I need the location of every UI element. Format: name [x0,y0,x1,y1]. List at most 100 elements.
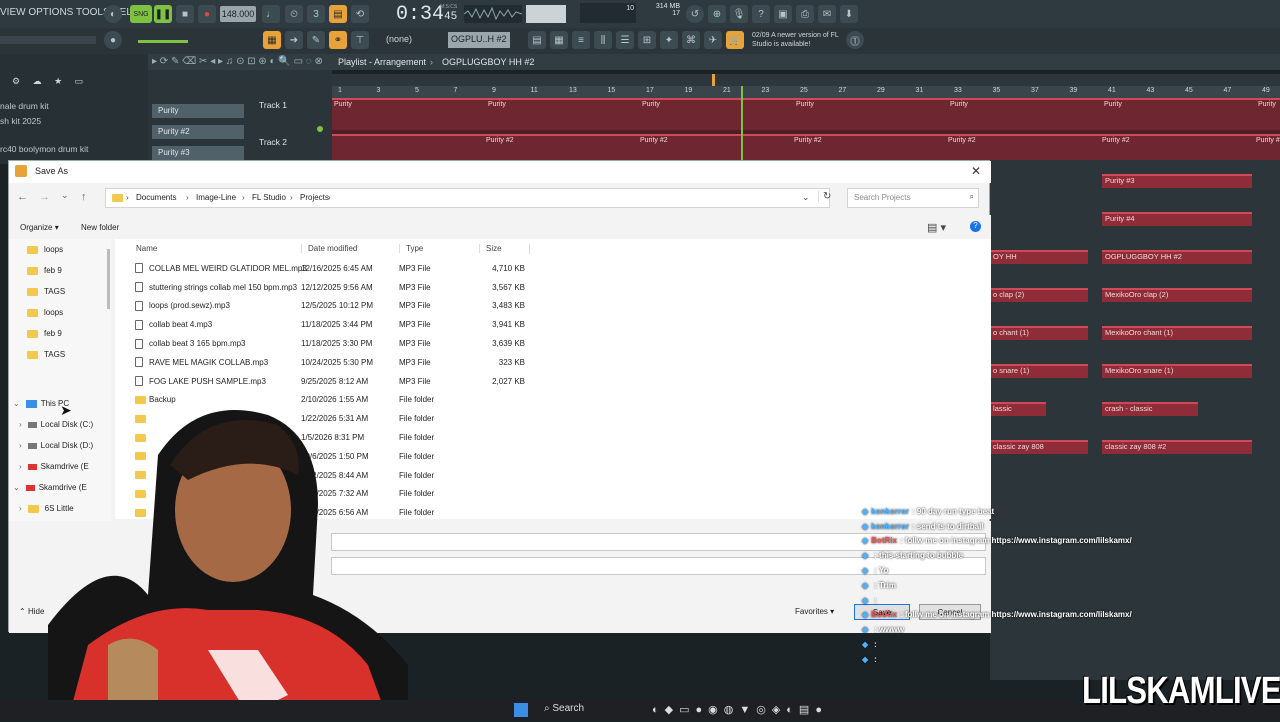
playlist-clip[interactable]: MexikoOro chant (1) [1102,326,1252,340]
marketplace-icon[interactable]: ✈ [704,31,722,49]
pencil-icon[interactable]: ✎ [307,31,325,49]
browser-view-icon[interactable]: ☰ [616,31,634,49]
forward-arrow-icon[interactable]: → [39,191,50,203]
countdown-icon[interactable]: 3 [307,5,325,23]
organize-button[interactable]: Organize ▾ [20,223,59,232]
plugin-db-icon[interactable]: ⊞ [638,31,656,49]
nav-scrollbar[interactable] [107,249,110,309]
record-mode-icon[interactable]: ◐ [104,5,122,23]
column-type[interactable]: Type [399,244,423,253]
nav-folder[interactable]: feb 9 [27,323,107,344]
playlist-icon[interactable]: ▤ [528,31,546,49]
mic-icon[interactable]: 🎙 [730,5,748,23]
track-label[interactable]: Track 2 [259,137,287,147]
pattern-selector[interactable]: OGPLU..H #2 [448,32,510,48]
file-row[interactable]: collab beat 3 165 bpm.mp3 11/18/2025 3:30… [115,334,535,353]
playlist-clip[interactable]: classic zay 808 [990,440,1088,454]
piano-roll-icon[interactable]: ▦ [263,31,281,49]
track1-clip-row[interactable]: Purity Purity Purity Purity Purity Purity Puri… [332,98,1280,130]
channel-button[interactable]: Purity #3 [152,146,244,160]
track-label[interactable]: Track 1 [259,100,287,110]
column-size[interactable]: Size [479,244,502,253]
pattern-none-label[interactable]: (none) [386,34,412,44]
column-name[interactable]: Name [136,244,157,253]
scroll-thumb[interactable] [712,74,715,86]
channel-button[interactable]: Purity #2 [152,125,244,139]
back-arrow-icon[interactable]: ← [17,191,28,203]
file-row[interactable]: stuttering strings collab mel 150 bpm.mp… [115,278,535,297]
update-notice[interactable]: 02/09 A newer version of FL Studio is av… [752,31,846,49]
stop-button[interactable]: ■ [176,5,194,23]
mixer-icon[interactable]: ⊕ [708,5,726,23]
undo-history-icon[interactable]: ↺ [686,5,704,23]
channel-button[interactable]: Purity [152,104,244,118]
refresh-icon[interactable]: ↻ [818,191,831,202]
browser-item[interactable]: nale drum kit [0,101,49,111]
hide-folders-toggle[interactable]: ⌃ Hide [19,607,44,616]
arrow-right-icon[interactable]: ➜ [285,31,303,49]
nav-folder[interactable]: feb 9 [27,260,107,281]
browser-item[interactable]: rc40 boolymon drum kit [0,144,88,154]
blend-notes-icon[interactable]: ▤ [329,5,347,23]
address-dropdown-icon[interactable]: ⌄ [802,192,810,203]
file-row[interactable]: FOG LAKE PUSH SAMPLE.mp3 9/25/2025 8:12 A… [115,372,535,391]
playlist-clip[interactable]: classic zay 808 #2 [1102,440,1252,454]
playlist-clip[interactable]: OY HH [990,250,1088,264]
file-row[interactable]: RAVE MEL MAGIK COLLAB.mp3 10/24/2025 5:30… [115,353,535,372]
taskbar-app-icons[interactable]: ◐◆▭●◉◍▼◎◈◐▤● [652,703,828,716]
help-icon[interactable]: ? [970,221,981,232]
link-icon[interactable]: ⚭ [329,31,347,49]
column-date[interactable]: Date modified [301,244,357,253]
nav-folder[interactable]: TAGS [27,344,107,365]
pause-button[interactable]: ❚❚ [154,5,172,23]
playlist-clip[interactable]: OGPLUGGBOY HH #2 [1102,250,1252,264]
file-row[interactable]: loops (prod.sewz).mp3 12/5/2025 10:12 PM M… [115,297,535,316]
download-icon[interactable]: ⬇ [840,5,858,23]
view-options-icon[interactable]: ▤ ▾ [927,221,946,234]
playlist-clip[interactable]: o snare (1) [990,364,1088,378]
playlist-clip[interactable]: Purity #4 [1102,212,1252,226]
channel-rack-icon[interactable]: ≡ [572,31,590,49]
master-pitch-knob[interactable]: ● [104,31,122,49]
address-bar[interactable]: › Documents › Image-Line › FL Studio › P… [105,188,831,208]
windows-start-icon[interactable] [514,703,528,717]
save-icon[interactable]: ▣ [774,5,792,23]
taskbar-search[interactable]: ⌕ Search [544,703,584,714]
master-volume-slider[interactable] [138,40,188,43]
info-icon[interactable]: ⓵ [846,31,864,49]
track-mute-led[interactable] [317,126,323,132]
tempo-display[interactable]: 148.000 [220,6,256,22]
nav-folder[interactable]: TAGS [27,281,107,302]
search-input[interactable]: Search Projects ⌕ [847,188,979,208]
nav-folder[interactable]: loops [27,302,107,323]
new-folder-button[interactable]: New folder [81,223,119,232]
chat-icon[interactable]: ✉ [818,5,836,23]
pattern-song-toggle[interactable]: SNG [130,5,152,23]
render-icon[interactable]: ⎙ [796,5,814,23]
plugin-picker-icon[interactable]: ✦ [660,31,678,49]
stamp-icon[interactable]: ⊤ [351,31,369,49]
breadcrumb-item[interactable]: Image-Line [196,193,236,202]
nav-folder[interactable]: loops [27,239,107,260]
touch-keyboard-icon[interactable]: ⌘ [682,31,700,49]
file-row[interactable]: collab beat 4.mp3 11/18/2025 3:44 PM MP3 F… [115,315,535,334]
wait-input-icon[interactable]: ⏲ [285,5,303,23]
playlist-clip[interactable]: MexikoOro clap (2) [1102,288,1252,302]
playlist-tools-icons[interactable]: ▸ ⟳ ✎ ⌫ ✂ ◂ ▸ ♫ ⊙ ⊡ ⊛ ◐ 🔍 ▭ ◌ ⊗ [152,56,323,67]
piano-roll-view-icon[interactable]: ▦ [550,31,568,49]
breadcrumb-item[interactable]: Projects [300,193,329,202]
playlist-clip[interactable]: Purity #3 [1102,174,1252,188]
playlist-clip[interactable]: o clap (2) [990,288,1088,302]
breadcrumb-item[interactable]: Documents [136,193,176,202]
playlist-clip[interactable]: o chant (1) [990,326,1088,340]
help-icon[interactable]: ? [752,5,770,23]
recent-locations-icon[interactable]: ⌄ [61,190,69,201]
playlist-clip[interactable]: crash - classic [1102,402,1198,416]
browser-item[interactable]: sh kit 2025 [0,116,41,126]
close-icon[interactable]: ✕ [971,164,981,178]
record-button[interactable]: ● [198,5,216,23]
mixer-view-icon[interactable]: ⫼ [594,31,612,49]
file-row[interactable]: COLLAB MEL WEIRD GLATIDOR MEL.mp3 12/16/2… [115,259,535,278]
playlist-clip[interactable]: lassic [990,402,1046,416]
metronome-icon[interactable]: ♩ [262,5,280,23]
